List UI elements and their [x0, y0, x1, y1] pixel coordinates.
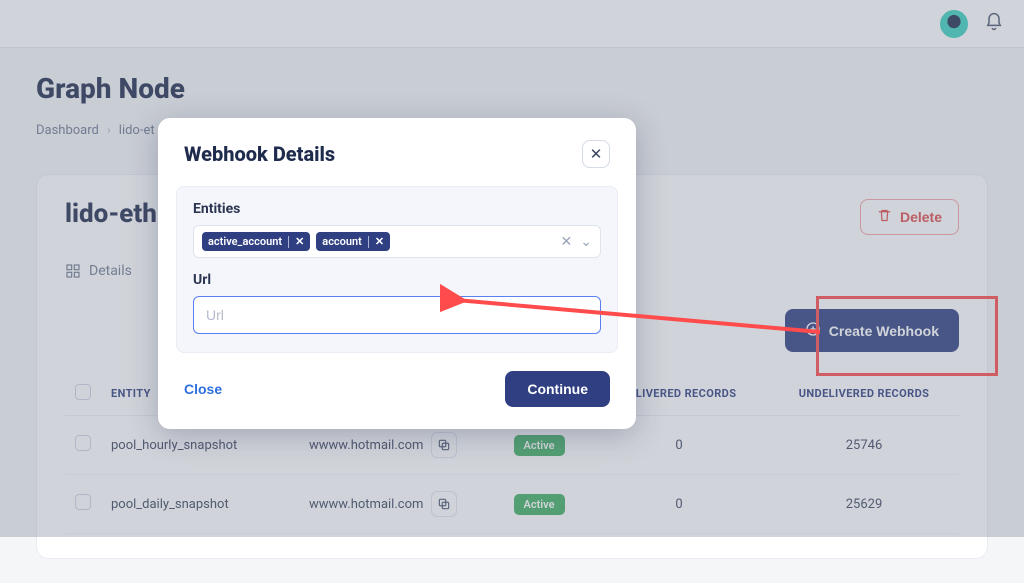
close-button[interactable]: Close — [184, 381, 222, 397]
webhook-details-modal: Webhook Details ✕ Entities active_accoun… — [158, 118, 636, 429]
chip-remove-icon[interactable]: ✕ — [375, 235, 384, 248]
clear-all-icon[interactable]: ✕ — [561, 234, 573, 250]
close-icon: ✕ — [590, 145, 603, 163]
chevron-down-icon[interactable]: ⌄ — [580, 234, 592, 250]
entity-chip[interactable]: active_account ✕ — [202, 232, 310, 251]
entity-chip[interactable]: account ✕ — [316, 232, 390, 251]
modal-close-button[interactable]: ✕ — [582, 140, 610, 168]
continue-button[interactable]: Continue — [505, 371, 610, 407]
url-input[interactable] — [193, 296, 601, 334]
chip-label: active_account — [208, 235, 282, 248]
url-label: Url — [193, 272, 601, 288]
modal-title: Webhook Details — [184, 142, 335, 166]
chip-remove-icon[interactable]: ✕ — [295, 235, 304, 248]
entities-multiselect[interactable]: active_account ✕ account ✕ ✕ ⌄ — [193, 225, 601, 258]
chip-label: account — [322, 235, 362, 248]
entities-label: Entities — [193, 201, 601, 217]
